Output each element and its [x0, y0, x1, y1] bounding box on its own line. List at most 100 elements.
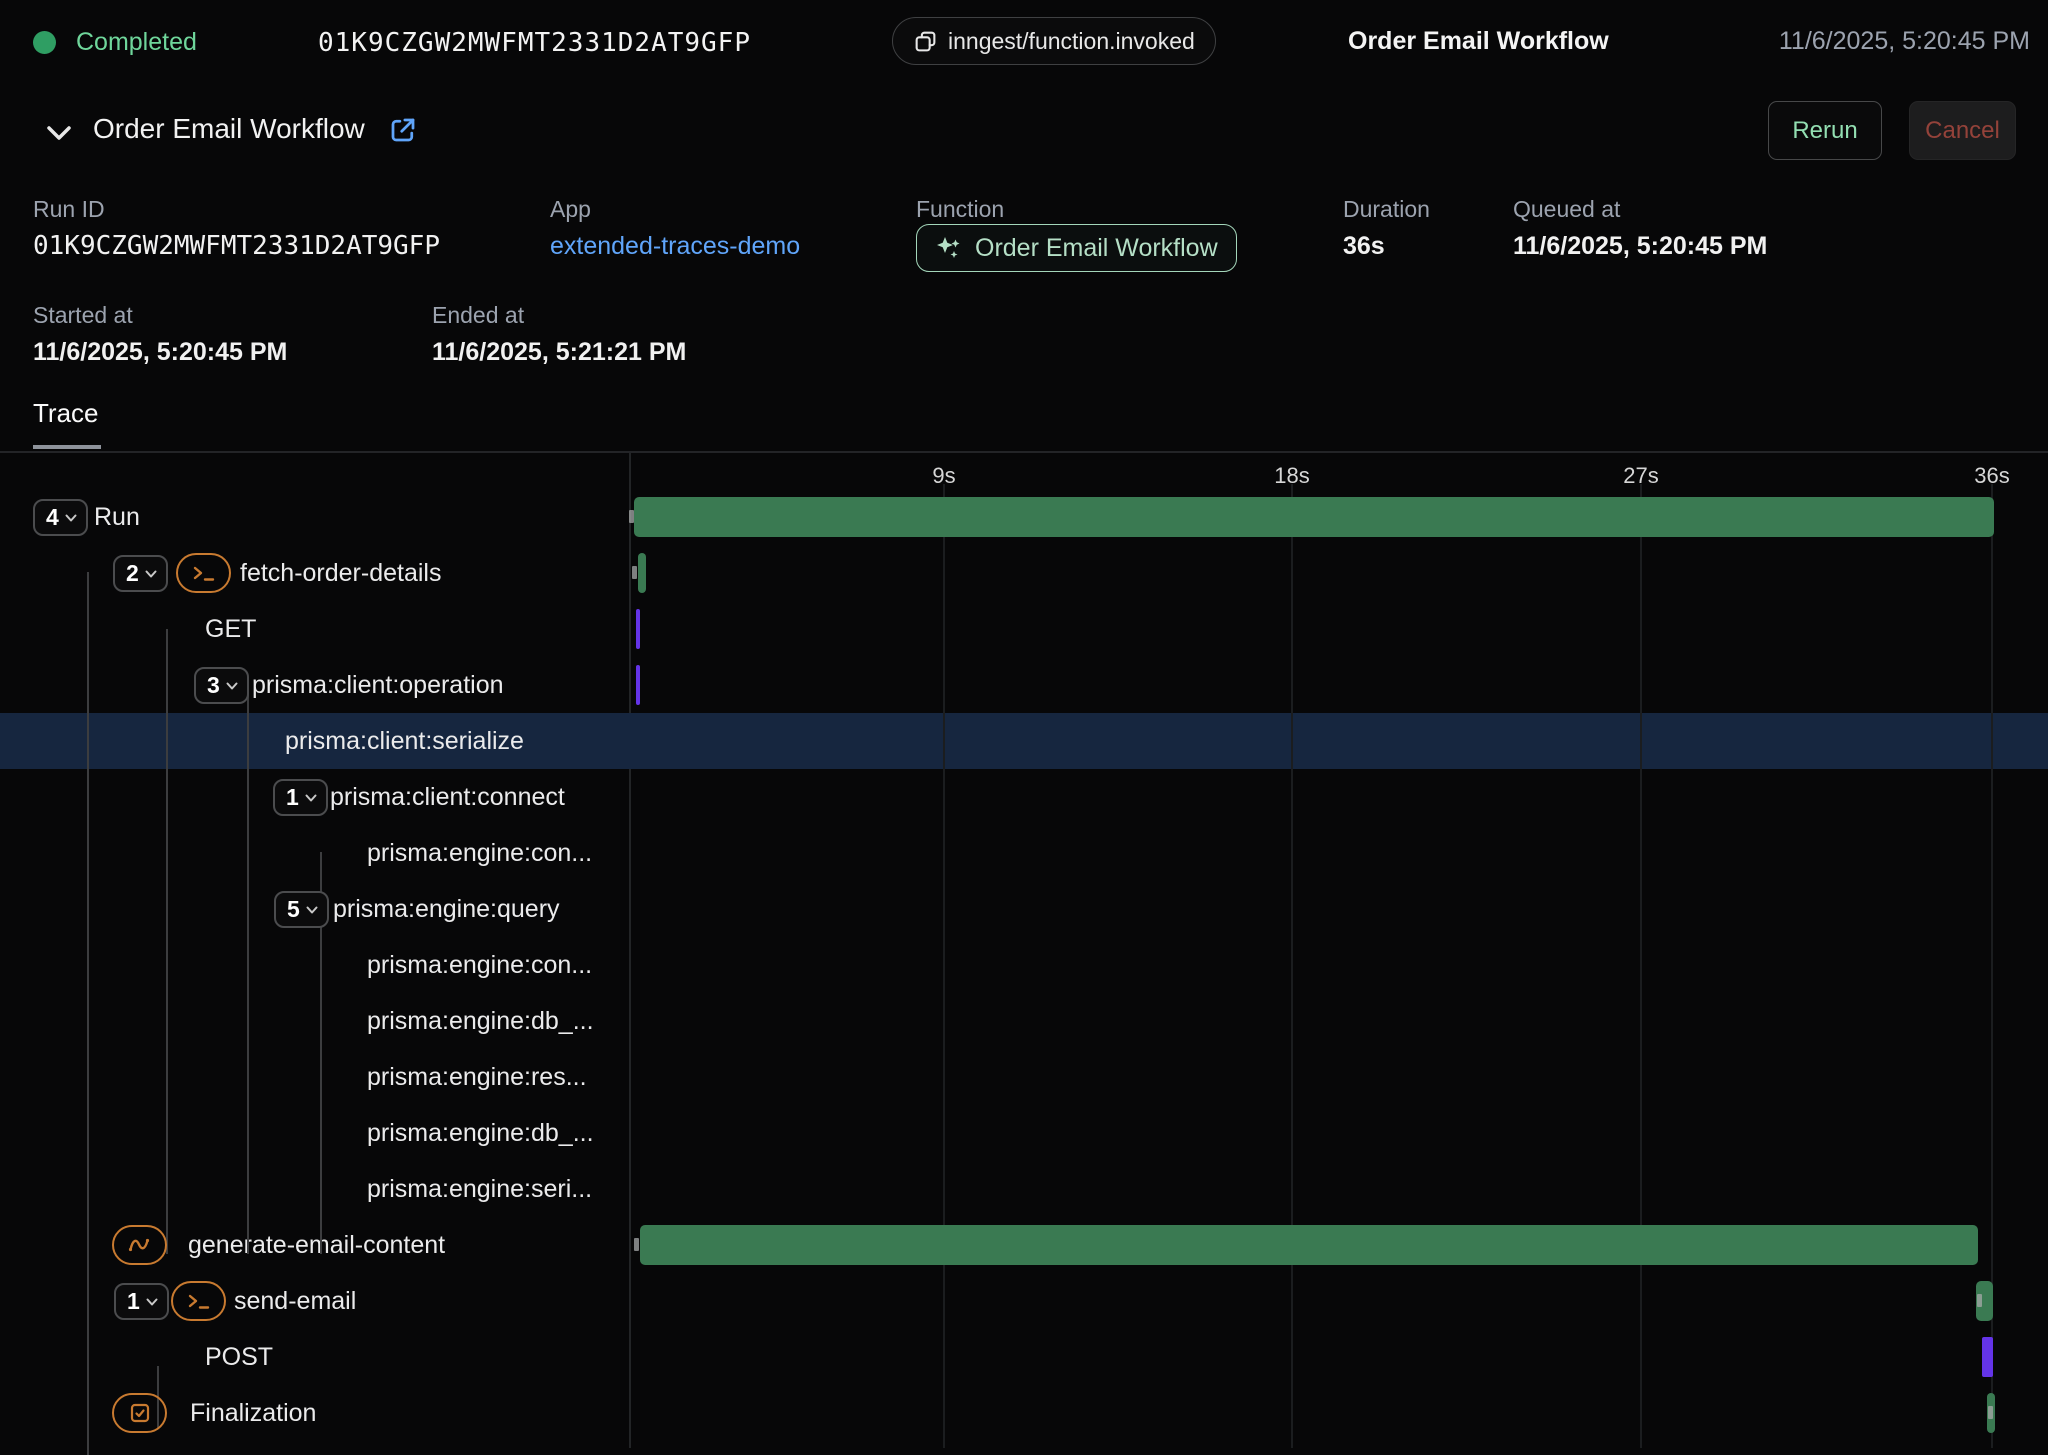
- run-title: Order Email Workflow: [93, 113, 365, 145]
- ended-value: 11/6/2025, 5:21:21 PM: [432, 338, 686, 367]
- span-label: send-email: [234, 1273, 356, 1329]
- function-label: Function: [916, 196, 1004, 223]
- chevron-down-icon: [145, 1297, 159, 1307]
- trace-waterfall: 4 Run 2 fetch-order-detailsGET 3 prisma:clien…: [0, 453, 2048, 1448]
- ai-icon: [112, 1225, 167, 1265]
- span-label: fetch-order-details: [240, 545, 441, 601]
- event-badge[interactable]: inngest/function.invoked: [892, 17, 1216, 65]
- tree-guide-line: [166, 629, 168, 1254]
- trace-row[interactable]: prisma:client:serialize: [0, 713, 2048, 769]
- span-label: Finalization: [190, 1385, 316, 1441]
- trace-row[interactable]: 4 Run: [0, 489, 2048, 545]
- axis-tick-label: 27s: [1623, 463, 1658, 489]
- trace-row[interactable]: Finalization: [0, 1385, 2048, 1441]
- span-label: prisma:engine:query: [333, 881, 560, 937]
- span-label: prisma:engine:db_...: [367, 993, 594, 1049]
- started-label: Started at: [33, 302, 133, 329]
- tab-active-indicator: [33, 445, 101, 449]
- status-bar: Completed 01K9CZGW2MWFMT2331D2AT9GFP inn…: [0, 0, 2048, 84]
- span-label: prisma:engine:db_...: [367, 1105, 594, 1161]
- span-label: prisma:client:connect: [330, 769, 565, 825]
- span-bar[interactable]: [636, 665, 640, 705]
- axis-gridline: [1640, 484, 1642, 1448]
- span-label: prisma:engine:res...: [367, 1049, 587, 1105]
- span-label: GET: [205, 601, 256, 657]
- queued-value: 11/6/2025, 5:20:45 PM: [1513, 232, 1767, 261]
- app-label: App: [550, 196, 591, 223]
- axis-tick-label: 9s: [932, 463, 955, 489]
- status-dot-icon: [33, 31, 56, 54]
- collapse-count: 5: [287, 896, 300, 923]
- run-id-label: Run ID: [33, 196, 105, 223]
- span-bar[interactable]: [640, 1225, 1978, 1265]
- span-bar[interactable]: [636, 609, 640, 649]
- check-icon: [112, 1393, 167, 1433]
- trace-row[interactable]: prisma:engine:con...: [0, 825, 2048, 881]
- axis-tick-label: 36s: [1974, 463, 2009, 489]
- span-bar[interactable]: [1982, 1337, 1993, 1377]
- terminal-icon: [176, 553, 231, 593]
- collapse-badge[interactable]: 2: [113, 555, 168, 592]
- rerun-button[interactable]: Rerun: [1768, 101, 1882, 160]
- timestamp-top: 11/6/2025, 5:20:45 PM: [1779, 27, 2030, 56]
- queued-label: Queued at: [1513, 196, 1620, 223]
- trace-row[interactable]: prisma:engine:db_...: [0, 1105, 2048, 1161]
- trace-row[interactable]: 1 send-email: [0, 1273, 2048, 1329]
- axis-gridline: [1291, 484, 1293, 1448]
- span-label: prisma:engine:seri...: [367, 1161, 592, 1217]
- tree-guide-line: [247, 686, 249, 1254]
- chevron-down-icon: [304, 793, 318, 803]
- trace-row[interactable]: POST: [0, 1329, 2048, 1385]
- collapse-badge[interactable]: 1: [114, 1283, 169, 1320]
- queue-tick: [1988, 1406, 1993, 1419]
- span-label: generate-email-content: [188, 1217, 445, 1273]
- span-label: prisma:client:serialize: [285, 713, 524, 769]
- collapse-count: 2: [126, 560, 139, 587]
- trace-row[interactable]: prisma:engine:db_...: [0, 993, 2048, 1049]
- collapse-badge[interactable]: 4: [33, 499, 88, 536]
- span-label: Run: [94, 489, 140, 545]
- trace-row[interactable]: 1prisma:client:connect: [0, 769, 2048, 825]
- span-label: POST: [205, 1329, 273, 1385]
- trace-row[interactable]: 2 fetch-order-details: [0, 545, 2048, 601]
- collapse-badge[interactable]: 1: [273, 779, 328, 816]
- trace-row[interactable]: prisma:engine:res...: [0, 1049, 2048, 1105]
- tab-trace[interactable]: Trace: [33, 398, 99, 429]
- run-status: Completed: [76, 28, 197, 57]
- trace-row[interactable]: prisma:engine:con...: [0, 937, 2048, 993]
- queue-tick: [1977, 1294, 1982, 1307]
- chevron-down-icon[interactable]: [45, 124, 73, 147]
- stack-icon: [913, 29, 938, 54]
- span-label: prisma:client:operation: [252, 657, 504, 713]
- trace-row[interactable]: 3 prisma:client:operation: [0, 657, 2048, 713]
- app-link[interactable]: extended-traces-demo: [550, 232, 800, 261]
- queue-tick: [632, 566, 637, 579]
- run-id-top: 01K9CZGW2MWFMT2331D2AT9GFP: [318, 28, 751, 58]
- run-id-value: 01K9CZGW2MWFMT2331D2AT9GFP: [33, 231, 440, 261]
- axis-tick-label: 18s: [1274, 463, 1309, 489]
- external-link-icon[interactable]: [388, 115, 418, 150]
- trace-row[interactable]: GET: [0, 601, 2048, 657]
- chevron-down-icon: [64, 513, 78, 523]
- axis-gridline: [943, 484, 945, 1448]
- ended-label: Ended at: [432, 302, 524, 329]
- chevron-down-icon: [144, 569, 158, 579]
- function-badge[interactable]: Order Email Workflow: [916, 224, 1237, 272]
- span-bar[interactable]: [638, 553, 646, 593]
- collapse-count: 4: [46, 504, 59, 531]
- sparkles-icon: [935, 234, 963, 262]
- trace-row[interactable]: prisma:engine:seri...: [0, 1161, 2048, 1217]
- trace-row[interactable]: generate-email-content: [0, 1217, 2048, 1273]
- started-value: 11/6/2025, 5:20:45 PM: [33, 338, 287, 367]
- cancel-button[interactable]: Cancel: [1909, 101, 2016, 160]
- duration-label: Duration: [1343, 196, 1430, 223]
- chevron-down-icon: [305, 905, 319, 915]
- collapse-count: 3: [207, 672, 220, 699]
- trace-row[interactable]: 5 prisma:engine:query: [0, 881, 2048, 937]
- collapse-badge[interactable]: 3: [194, 667, 249, 704]
- span-bar[interactable]: [634, 497, 1994, 537]
- span-label: prisma:engine:con...: [367, 825, 592, 881]
- function-badge-label: Order Email Workflow: [975, 234, 1218, 263]
- event-badge-label: inngest/function.invoked: [948, 28, 1195, 55]
- collapse-badge[interactable]: 5: [274, 891, 329, 928]
